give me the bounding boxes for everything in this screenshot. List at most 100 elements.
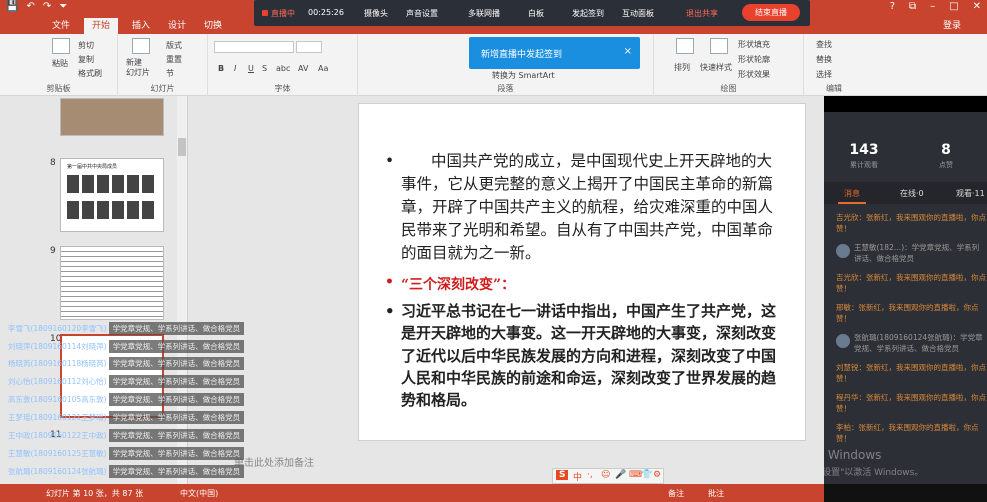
slide-thumbnail-9[interactable] xyxy=(60,246,164,320)
slide-number-9: 9 xyxy=(50,246,56,256)
settings-icon[interactable]: ⚙ xyxy=(653,470,661,480)
select-button[interactable]: 选择 xyxy=(816,69,832,80)
minimize-button[interactable]: – xyxy=(930,1,935,12)
shadow-button[interactable]: abc xyxy=(276,64,290,73)
redo-icon[interactable]: ↷ xyxy=(43,1,51,12)
new-slide-button[interactable]: 新建 幻灯片 xyxy=(126,58,150,78)
tab-insert[interactable]: 插入 xyxy=(124,18,158,34)
comment-item: 王梦瑶(1809160121王梦瑶) 学党章党规、学系列讲话、做合格党员 xyxy=(8,411,245,424)
comment-item: 张航璐(1809160124张航璐) 学党章党规、学系列讲话、做合格党员 xyxy=(8,465,245,478)
comment-item: 高东敦(1809160105高东敦) 学党章党规、学系列讲话、做合格党员 xyxy=(8,393,245,406)
notification-popup: 新增直播中发起签到 × xyxy=(469,37,640,69)
cut-button[interactable]: 剪切 xyxy=(78,40,94,51)
language-indicator[interactable]: 中文(中国) xyxy=(180,488,218,499)
status-bar: 幻灯片 第 10 张，共 87 张 中文(中国) 备注 批注 xyxy=(0,484,824,502)
notes-placeholder[interactable]: 单击此处添加备注 xyxy=(234,454,314,469)
views-count: 143 xyxy=(849,142,879,158)
tab-design[interactable]: 设计 xyxy=(160,18,194,34)
slide-thumbnail-7[interactable] xyxy=(60,98,164,136)
microphone-icon[interactable]: 🎤 xyxy=(615,470,626,480)
thumbnail-scrollbar[interactable] xyxy=(177,96,187,484)
multi-stream-button[interactable]: 多联网播 xyxy=(468,8,500,19)
ime-toolbar: S 中 ·, ☺ 🎤 ⌨ 👕 ⚙ xyxy=(552,468,664,484)
emoji-icon[interactable]: ☺ xyxy=(601,470,610,480)
shape-effects-button[interactable]: 形状效果 xyxy=(738,69,770,80)
chat-message: 吉光欣：张新红，我来围观你的直播啦，你点赞！ xyxy=(836,213,986,233)
font-size-select[interactable] xyxy=(296,41,322,53)
ime-chinese-toggle[interactable]: 中 xyxy=(573,470,582,483)
likes-label: 点赞 xyxy=(939,161,953,169)
smartart-button[interactable]: 转换为 SmartArt xyxy=(492,70,555,81)
underline-button[interactable]: U xyxy=(248,64,254,73)
notes-button[interactable]: 备注 xyxy=(668,488,684,499)
end-live-button[interactable]: 结束直播 xyxy=(742,4,800,21)
bullet: • xyxy=(385,302,395,320)
maximize-button[interactable]: □ xyxy=(949,1,958,12)
bullet: • xyxy=(385,152,395,170)
window-controls: ? ⧉ – □ ✕ xyxy=(890,1,981,12)
tab-file[interactable]: 文件 xyxy=(44,18,78,34)
quick-styles-icon[interactable] xyxy=(710,38,728,54)
paste-button[interactable]: 粘贴 xyxy=(52,58,68,69)
section-button[interactable]: 节 xyxy=(166,68,174,79)
tab-home[interactable]: 开始 xyxy=(84,18,119,34)
punctuation-icon[interactable]: ·, xyxy=(587,470,593,480)
font-name-select[interactable] xyxy=(214,41,294,53)
tab-online[interactable]: 在线·0 xyxy=(900,188,924,199)
slide-thumbnail-8[interactable]: 第一届中共中央局成员 xyxy=(60,158,164,232)
interaction-panel-button[interactable]: 互动面板 xyxy=(622,8,654,19)
slide-paragraph-1[interactable]: • 中国共产党的成立，是中国现代史上开天辟地的大事件，它从更完整的意义上揭开了中… xyxy=(385,150,781,265)
chat-tabs: 消息 在线·0 观看·11 xyxy=(824,182,987,204)
shape-outline-button[interactable]: 形状轮廓 xyxy=(738,54,770,65)
change-case-button[interactable]: Aa xyxy=(318,64,328,73)
avatar xyxy=(836,244,850,258)
layout-button[interactable]: 版式 xyxy=(166,40,182,51)
replace-button[interactable]: 替换 xyxy=(816,54,832,65)
tab-messages[interactable]: 消息 xyxy=(844,188,860,199)
login-link[interactable]: 登录 xyxy=(943,18,961,31)
slide-number-8: 8 xyxy=(50,158,56,168)
ribbon-display-icon[interactable]: ⧉ xyxy=(909,1,916,12)
sign-in-button[interactable]: 发起签到 xyxy=(572,8,604,19)
close-button[interactable]: ✕ xyxy=(973,1,981,12)
format-painter-button[interactable]: 格式刷 xyxy=(78,68,102,79)
close-icon[interactable]: × xyxy=(624,46,632,57)
sound-settings-button[interactable]: 声音设置 xyxy=(406,8,438,19)
undo-icon[interactable]: ↶ xyxy=(26,1,34,12)
whiteboard-button[interactable]: 白板 xyxy=(528,8,544,19)
quick-styles-button[interactable]: 快速样式 xyxy=(700,62,732,73)
group-label: 绘图 xyxy=(720,84,737,93)
slide-canvas[interactable]: • 中国共产党的成立，是中国现代史上开天辟地的大事件，它从更完整的意义上揭开了中… xyxy=(358,103,806,441)
find-button[interactable]: 查找 xyxy=(816,39,832,50)
slide-heading[interactable]: • “三个深刻改变”： xyxy=(385,274,791,294)
sogou-logo-icon[interactable]: S xyxy=(556,470,569,480)
tab-viewers[interactable]: 观看·11 xyxy=(956,188,985,199)
comments-button[interactable]: 批注 xyxy=(708,488,724,499)
arrange-button[interactable]: 排列 xyxy=(674,62,690,73)
scrollbar-thumb[interactable] xyxy=(178,138,186,156)
comment-item: 刘心怡(1809160112刘心怡) 学党章党规、学系列讲话、做合格党员 xyxy=(8,375,245,388)
customize-icon[interactable]: ⏷ xyxy=(59,1,67,12)
italic-button[interactable]: I xyxy=(234,64,236,73)
save-icon[interactable]: 💾 xyxy=(6,1,18,12)
strike-button[interactable]: S xyxy=(262,64,267,73)
help-icon[interactable]: ? xyxy=(890,1,895,12)
likes-count: 8 xyxy=(941,142,951,158)
reset-button[interactable]: 重置 xyxy=(166,54,182,65)
skin-icon[interactable]: 👕 xyxy=(641,470,652,480)
camera-button[interactable]: 摄像头 xyxy=(364,8,388,19)
new-slide-icon[interactable] xyxy=(132,38,150,54)
shape-fill-button[interactable]: 形状填充 xyxy=(738,39,770,50)
exit-share-button[interactable]: 退出共享 xyxy=(686,8,718,19)
avatar xyxy=(836,334,850,348)
views-label: 累计观看 xyxy=(850,161,878,169)
slide-paragraph-2[interactable]: • 习近平总书记在七一讲话中指出，中国产生了共产党，这是开天辟地的大事变。这一开… xyxy=(385,300,787,411)
paste-icon[interactable] xyxy=(52,38,70,54)
copy-button[interactable]: 复制 xyxy=(78,54,94,65)
chat-message: 张航璐(1809160124张航璐)：学党章党规、学系列讲话、做合格党员 xyxy=(854,333,983,353)
arrange-icon[interactable] xyxy=(676,38,694,54)
spacing-button[interactable]: AV xyxy=(298,64,308,73)
bold-button[interactable]: B xyxy=(218,64,224,73)
panel-footer xyxy=(824,484,987,502)
tab-transitions[interactable]: 切换 xyxy=(196,18,230,34)
